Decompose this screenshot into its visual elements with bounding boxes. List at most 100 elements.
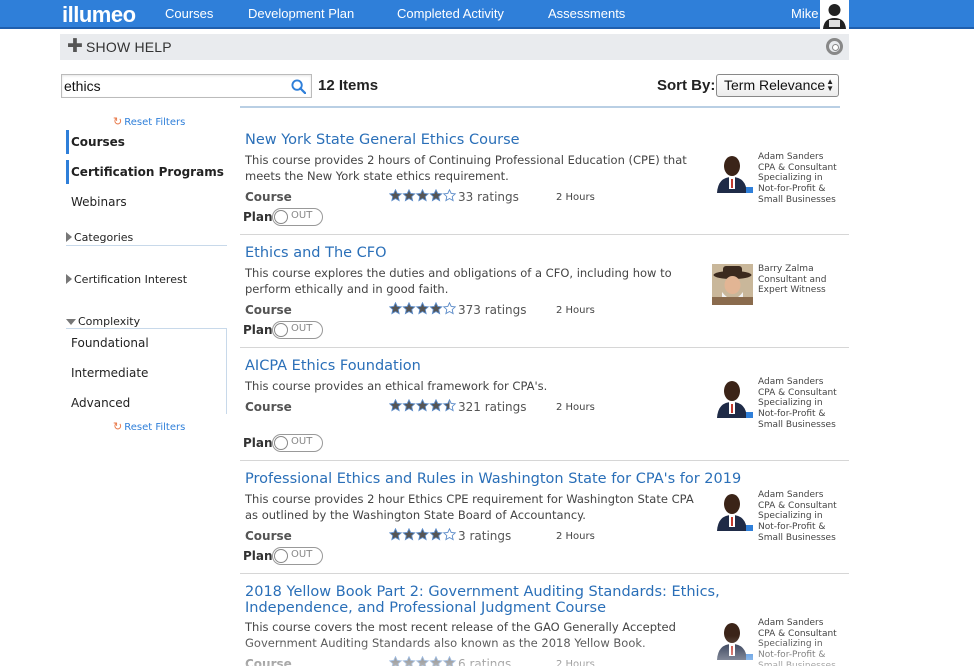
complexity-foundational[interactable]: Foundational <box>71 336 149 350</box>
complexity-intermediate[interactable]: Intermediate <box>71 366 148 380</box>
result-row: 2018 Yellow Book Part 2: Government Audi… <box>240 574 849 666</box>
course-title-link[interactable]: Professional Ethics and Rules in Washing… <box>245 471 825 487</box>
instructor-line: Small Businesses <box>758 194 836 205</box>
instructor-photo[interactable] <box>712 490 753 531</box>
items-count: 12 Items <box>318 77 379 94</box>
lifebuoy-icon[interactable] <box>826 38 843 55</box>
caret-right-icon <box>66 232 72 242</box>
filter-categories-label: Categories <box>74 231 134 244</box>
user-avatar-icon <box>820 0 849 29</box>
instructor-photo[interactable] <box>712 152 753 193</box>
instructor-line: Small Businesses <box>758 660 836 666</box>
plan-toggle[interactable]: OUT <box>272 208 323 226</box>
plus-icon[interactable]: ✚ <box>67 35 83 57</box>
reset-filters-label: Reset Filters <box>124 422 186 433</box>
star-icon <box>388 398 403 412</box>
star-icon <box>388 301 403 315</box>
sort-selected-value: Term Relevance <box>724 77 826 93</box>
instructor-photo[interactable] <box>712 619 753 660</box>
filter-complexity-label: Complexity <box>78 315 141 328</box>
instructor-info[interactable]: Adam Sanders CPA & Consultant Specializing… <box>758 152 846 206</box>
reset-filters-top[interactable]: ↻ Reset Filters <box>113 115 185 128</box>
course-title-link[interactable]: Ethics and The CFO <box>245 245 825 261</box>
course-duration: 2 Hours <box>556 531 595 542</box>
toggle-state: OUT <box>291 549 313 560</box>
caret-right-icon <box>66 274 72 284</box>
plan-toggle[interactable]: OUT <box>272 547 323 565</box>
star-icon <box>388 655 403 666</box>
divider <box>226 328 227 414</box>
search-input[interactable] <box>64 77 289 95</box>
ratings-count[interactable]: 33 ratings <box>458 190 519 204</box>
instructor-line: Specializing in <box>758 511 823 522</box>
instructor-photo-icon <box>712 377 753 418</box>
instructor-photo[interactable] <box>712 377 753 418</box>
user-name[interactable]: Mike <box>791 6 818 21</box>
filter-categories[interactable]: Categories <box>66 231 133 244</box>
instructor-info[interactable]: Barry Zalma Consultant and Expert Witness <box>758 264 846 296</box>
instructor-line: Adam Sanders <box>758 152 824 162</box>
logo[interactable]: illumeo <box>62 2 136 28</box>
star-icon <box>415 398 430 412</box>
course-description: This course covers the most recent relea… <box>245 620 676 650</box>
plan-toggle[interactable]: OUT <box>272 321 323 339</box>
course-type: Course <box>245 303 292 317</box>
toggle-state: OUT <box>291 436 313 447</box>
sidebar-item-certification-programs[interactable]: Certification Programs <box>71 165 224 179</box>
plan-label: Plan <box>243 549 273 563</box>
star-icon <box>402 527 416 541</box>
instructor-line: Small Businesses <box>758 419 836 430</box>
ratings-count[interactable]: 6 ratings <box>458 657 511 666</box>
plan-label: Plan <box>243 210 273 224</box>
instructor-line: Small Businesses <box>758 532 836 543</box>
result-row: Ethics and The CFO This course explores … <box>240 235 849 348</box>
reset-filters-bottom[interactable]: ↻ Reset Filters <box>113 420 185 433</box>
instructor-info[interactable]: Adam Sanders CPA & Consultant Specializing… <box>758 377 846 431</box>
instructor-line: Specializing in <box>758 639 823 650</box>
sidebar-item-webinars[interactable]: Webinars <box>71 195 127 209</box>
search-icon[interactable] <box>291 79 306 94</box>
instructor-photo[interactable] <box>712 264 753 305</box>
filter-certification-interest-label: Certification Interest <box>74 273 188 286</box>
nav-completed-activity[interactable]: Completed Activity <box>397 6 504 21</box>
instructor-line: Not-for-Profit & <box>758 522 826 533</box>
nav-courses[interactable]: Courses <box>165 6 213 21</box>
complexity-advanced[interactable]: Advanced <box>71 396 130 410</box>
star-icon <box>429 655 443 666</box>
ratings-count[interactable]: 373 ratings <box>458 303 527 317</box>
course-title-link[interactable]: 2018 Yellow Book Part 2: Government Audi… <box>245 584 825 616</box>
divider <box>66 245 227 246</box>
course-title-link[interactable]: New York State General Ethics Course <box>245 132 825 148</box>
star-icon <box>415 301 430 315</box>
caret-down-icon <box>66 319 76 325</box>
nav-development-plan[interactable]: Development Plan <box>248 6 354 21</box>
ratings-count[interactable]: 3 ratings <box>458 529 511 543</box>
toggle-state: OUT <box>291 323 313 334</box>
show-help-label[interactable]: SHOW HELP <box>86 39 172 55</box>
instructor-photo-icon <box>712 619 753 660</box>
active-marker <box>66 160 69 184</box>
course-type: Course <box>245 190 292 204</box>
star-icon <box>415 188 430 202</box>
avatar[interactable] <box>820 0 849 29</box>
active-marker <box>66 130 69 154</box>
instructor-info[interactable]: Adam Sanders CPA & Consultant Specializing… <box>758 618 846 666</box>
instructor-line: CPA & Consultant <box>758 162 837 173</box>
instructor-line: Not-for-Profit & <box>758 409 826 420</box>
filter-complexity[interactable]: Complexity <box>66 315 140 328</box>
instructor-info[interactable]: Adam Sanders CPA & Consultant Specializing… <box>758 490 846 544</box>
filter-certification-interest[interactable]: Certification Interest <box>66 273 187 286</box>
sidebar-item-courses[interactable]: Courses <box>71 135 125 149</box>
rating-stars <box>388 188 459 206</box>
course-title-link[interactable]: AICPA Ethics Foundation <box>245 358 825 374</box>
sort-select[interactable]: Term Relevance ▲ ▼ <box>716 74 839 97</box>
star-icon <box>442 527 457 541</box>
nav-assessments[interactable]: Assessments <box>548 6 625 21</box>
star-icon <box>429 188 443 202</box>
help-bar[interactable]: ✚ SHOW HELP <box>60 34 849 60</box>
star-icon <box>402 655 416 666</box>
ratings-count[interactable]: 321 ratings <box>458 400 527 414</box>
rating-stars <box>388 527 459 545</box>
star-icon <box>388 527 403 541</box>
plan-toggle[interactable]: OUT <box>272 434 323 452</box>
